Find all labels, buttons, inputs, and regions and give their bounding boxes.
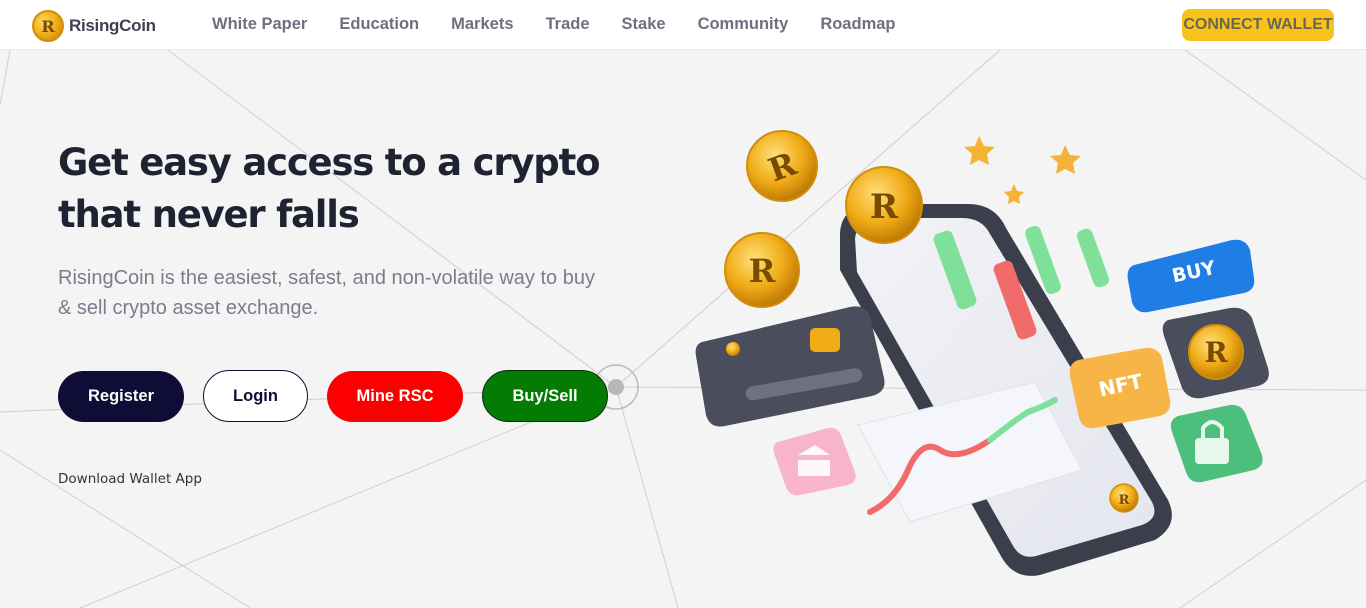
star-icon xyxy=(1050,145,1081,174)
coin-tile: R xyxy=(1162,307,1269,399)
nav-white-paper[interactable]: White Paper xyxy=(212,15,307,34)
nav-education[interactable]: Education xyxy=(339,15,419,34)
login-button[interactable]: Login xyxy=(203,370,308,422)
connect-wallet-button[interactable]: CONNECT WALLET xyxy=(1182,9,1334,41)
brand-name: RisingCoin xyxy=(69,16,156,35)
svg-text:R: R xyxy=(1204,336,1228,369)
coin-icon: R xyxy=(746,130,818,202)
nav-markets[interactable]: Markets xyxy=(451,15,513,34)
svg-text:R: R xyxy=(749,252,776,290)
hero-subtitle: RisingCoin is the easiest, safest, and n… xyxy=(58,267,595,319)
nav-trade[interactable]: Trade xyxy=(546,15,590,34)
hero-title: Get easy access to a crypto that never f… xyxy=(58,141,601,236)
download-wallet-link[interactable]: Download Wallet App xyxy=(58,471,202,487)
mine-rsc-button[interactable]: Mine RSC xyxy=(327,371,463,422)
nav-roadmap[interactable]: Roadmap xyxy=(820,15,895,34)
lock-icon xyxy=(1170,404,1263,483)
register-button[interactable]: Register xyxy=(58,371,184,422)
coin-icon: R xyxy=(1109,483,1139,513)
coin-icon: R xyxy=(845,166,923,244)
brand-logo[interactable]: R RisingCoin xyxy=(32,10,156,42)
coin-icon: R xyxy=(724,232,800,308)
nav-community[interactable]: Community xyxy=(698,15,789,34)
coin-logo-icon: R xyxy=(32,10,64,42)
top-header: R RisingCoin White Paper Education Marke… xyxy=(0,0,1366,50)
hero-illustration: BUY R NFT R R R R xyxy=(695,130,1269,576)
bank-icon xyxy=(773,427,856,496)
main-nav: White Paper Education Markets Trade Stak… xyxy=(212,15,928,34)
nft-tag: NFT xyxy=(1069,347,1171,429)
star-icon xyxy=(1004,184,1024,204)
buy-sell-button[interactable]: Buy/Sell xyxy=(482,370,608,422)
svg-text:R: R xyxy=(870,187,899,227)
nav-stake[interactable]: Stake xyxy=(622,15,666,34)
buy-tag: BUY xyxy=(1127,239,1255,313)
credit-card-graphic xyxy=(695,306,885,427)
star-icon xyxy=(964,136,995,165)
svg-text:R: R xyxy=(1119,493,1130,508)
